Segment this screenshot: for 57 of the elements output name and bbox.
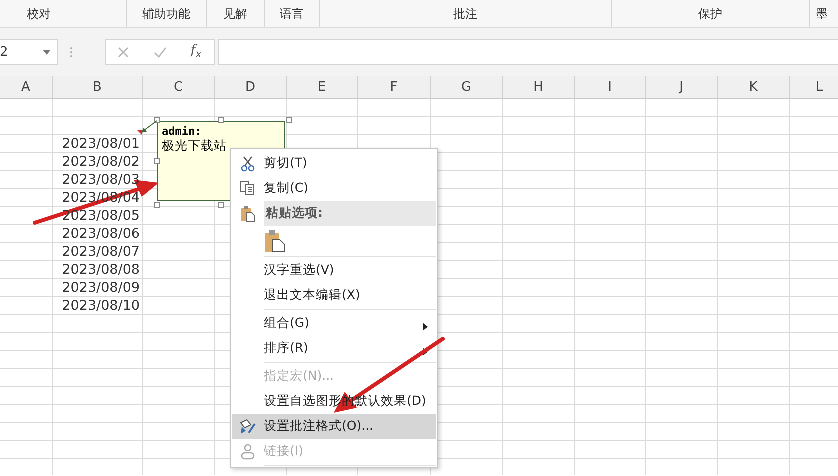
ribbon-group-label: 保护	[698, 6, 722, 23]
column-header[interactable]: D	[215, 76, 287, 98]
date-cell: 2023/08/03	[62, 172, 140, 188]
column-header[interactable]: G	[431, 76, 503, 98]
ribbon-group-label: 批注	[454, 6, 478, 23]
column-header[interactable]: J	[646, 76, 718, 98]
comment-text: 极光下载站	[162, 138, 228, 155]
comment-indicator	[137, 130, 142, 135]
paste-option-icon[interactable]	[264, 228, 286, 252]
column-header[interactable]: F	[358, 76, 431, 98]
ribbon-group-label: 辅助功能	[142, 6, 190, 23]
menu-item[interactable]: 退出文本编辑(X)	[232, 283, 436, 308]
resize-handle[interactable]	[154, 158, 160, 164]
submenu-arrow-icon	[423, 323, 428, 331]
column-header[interactable]: I	[575, 76, 646, 98]
date-cell: 2023/08/07	[62, 244, 140, 260]
column-header[interactable]: L	[790, 76, 838, 98]
cancel-icon[interactable]	[118, 46, 130, 58]
ribbon-group-label: 校对	[27, 6, 51, 23]
column-header[interactable]: E	[287, 76, 358, 98]
more-dots-icon	[70, 46, 73, 58]
ribbon-group-label: 语言	[280, 6, 304, 23]
copy-icon	[240, 181, 256, 196]
menu-section-header: 粘贴选项:	[264, 201, 436, 226]
column-header[interactable]: C	[143, 76, 215, 98]
column-header[interactable]: K	[718, 76, 790, 98]
resize-handle[interactable]	[286, 117, 292, 123]
date-cell: 2023/08/02	[62, 154, 140, 170]
column-header[interactable]: H	[503, 76, 575, 98]
resize-handle[interactable]	[218, 117, 224, 123]
resize-handle[interactable]	[154, 202, 160, 208]
ribbon-group-label: 墨	[816, 6, 828, 23]
comment-author: admin:	[162, 125, 203, 138]
ribbon-group-label: 见解	[224, 6, 248, 23]
formula-input[interactable]	[218, 39, 838, 65]
name-box[interactable]: 2	[0, 39, 58, 65]
date-cell: 2023/08/05	[62, 208, 140, 224]
date-cell: 2023/08/08	[62, 262, 140, 278]
insert-function-button[interactable]: f$_{x}$	[190, 43, 202, 61]
resize-handle[interactable]	[218, 202, 224, 208]
paste-icon	[240, 205, 256, 222]
resize-handle[interactable]	[154, 117, 160, 123]
menu-item[interactable]: 设置自选图形的默认效果(D)	[232, 389, 436, 414]
date-cell: 2023/08/01	[62, 136, 140, 152]
brush-icon	[239, 418, 257, 434]
menu-item[interactable]: 组合(G)	[232, 311, 436, 336]
date-cell: 2023/08/06	[62, 226, 140, 242]
menu-item[interactable]: 设置批注格式(O)...	[232, 414, 436, 439]
column-header[interactable]: B	[53, 76, 143, 98]
date-cell: 2023/08/09	[62, 280, 140, 296]
scissors-icon	[241, 156, 255, 172]
dropdown-caret-icon	[43, 50, 51, 54]
comment-connector	[141, 120, 158, 133]
date-cell: 2023/08/10	[62, 298, 140, 314]
menu-item[interactable]: 汉字重选(V)	[232, 258, 436, 283]
column-header[interactable]: A	[0, 76, 53, 98]
confirm-icon[interactable]	[154, 46, 167, 58]
